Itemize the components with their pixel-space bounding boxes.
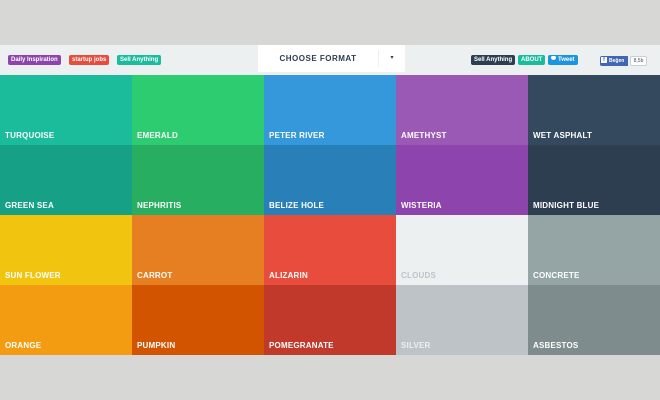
color-name: CARROT — [137, 271, 173, 280]
about-link[interactable]: ABOUT — [518, 55, 546, 65]
color-name: ASBESTOS — [533, 341, 579, 350]
color-name: MIDNIGHT BLUE — [533, 201, 600, 210]
sell-anything-right-link[interactable]: Sell Anything — [471, 55, 516, 65]
color-tile-midnight-blue[interactable]: MIDNIGHT BLUE — [528, 145, 660, 215]
choose-format-label: CHOOSE FORMAT — [279, 54, 357, 63]
color-tile-asbestos[interactable]: ASBESTOS — [528, 285, 660, 355]
sell-anything-left-link[interactable]: Sell Anything — [117, 55, 162, 65]
color-tile-wet-asphalt[interactable]: WET ASPHALT — [528, 75, 660, 145]
color-tile-concrete[interactable]: CONCRETE — [528, 215, 660, 285]
color-name: SUN FLOWER — [5, 271, 61, 280]
color-tile-pumpkin[interactable]: PUMPKIN — [132, 285, 264, 355]
tweet-button[interactable]: Tweet — [548, 55, 578, 65]
color-name: SILVER — [401, 341, 431, 350]
color-name: WET ASPHALT — [533, 131, 593, 140]
color-tile-pomegranate[interactable]: POMEGRANATE — [264, 285, 396, 355]
color-name: PUMPKIN — [137, 341, 176, 350]
color-tile-carrot[interactable]: CARROT — [132, 215, 264, 285]
color-name: CLOUDS — [401, 271, 436, 280]
color-name: ALIZARIN — [269, 271, 308, 280]
color-name: TURQUOISE — [5, 131, 55, 140]
tweet-label: Tweet — [558, 57, 575, 63]
color-grid: TURQUOISE EMERALD PETER RIVER AMETHYST W… — [0, 75, 660, 355]
color-name: PETER RIVER — [269, 131, 325, 140]
color-tile-orange[interactable]: ORANGE — [0, 285, 132, 355]
color-tile-peter-river[interactable]: PETER RIVER — [264, 75, 396, 145]
color-name: BELIZE HOLE — [269, 201, 325, 210]
facebook-like-label: Beğen — [609, 58, 625, 64]
bottom-backdrop — [0, 355, 660, 400]
color-name: WISTERIA — [401, 201, 442, 210]
color-tile-alizarin[interactable]: ALIZARIN — [264, 215, 396, 285]
daily-inspiration-link[interactable]: Daily Inspiration — [8, 55, 61, 65]
facebook-like-box: f Beğen — [600, 56, 628, 66]
color-tile-emerald[interactable]: EMERALD — [132, 75, 264, 145]
twitter-bird-icon — [551, 56, 556, 61]
color-name: POMEGRANATE — [269, 341, 334, 350]
chevron-down-icon[interactable]: ▾ — [379, 45, 405, 72]
color-tile-clouds[interactable]: CLOUDS — [396, 215, 528, 285]
color-name: ORANGE — [5, 341, 42, 350]
startup-jobs-link[interactable]: startup jobs — [69, 55, 110, 65]
color-tile-turquoise[interactable]: TURQUOISE — [0, 75, 132, 145]
color-name: AMETHYST — [401, 131, 447, 140]
color-tile-wisteria[interactable]: WISTERIA — [396, 145, 528, 215]
facebook-like-button[interactable]: f Beğen 8,5b — [600, 56, 647, 66]
color-name: CONCRETE — [533, 271, 580, 280]
color-tile-nephritis[interactable]: NEPHRITIS — [132, 145, 264, 215]
color-tile-silver[interactable]: SILVER — [396, 285, 528, 355]
color-name: NEPHRITIS — [137, 201, 182, 210]
choose-format-dropdown[interactable]: CHOOSE FORMAT ▾ — [258, 45, 405, 72]
color-name: EMERALD — [137, 131, 178, 140]
top-backdrop — [0, 0, 660, 45]
color-tile-amethyst[interactable]: AMETHYST — [396, 75, 528, 145]
color-tile-belize-hole[interactable]: BELIZE HOLE — [264, 145, 396, 215]
facebook-icon: f — [601, 56, 607, 63]
facebook-like-count: 8,5b — [630, 56, 647, 66]
color-tile-sun-flower[interactable]: SUN FLOWER — [0, 215, 132, 285]
color-tile-green-sea[interactable]: GREEN SEA — [0, 145, 132, 215]
color-name: GREEN SEA — [5, 201, 54, 210]
